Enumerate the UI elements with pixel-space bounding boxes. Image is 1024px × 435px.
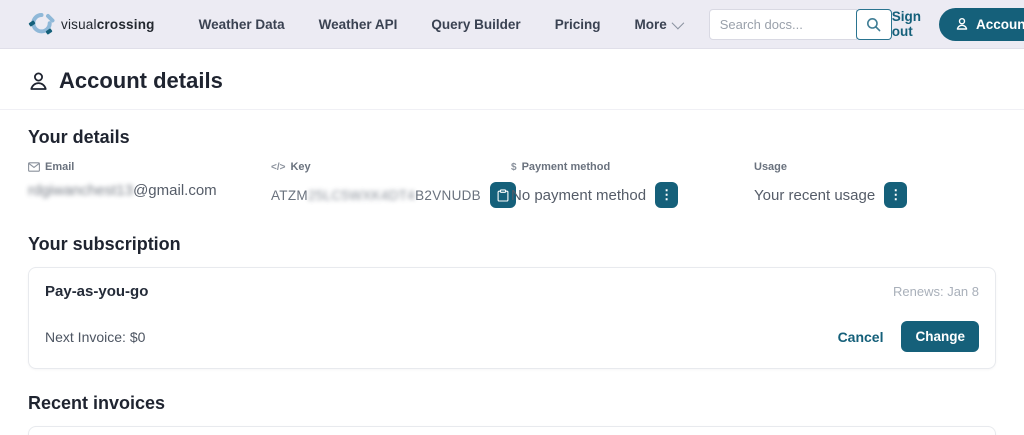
invoice-row: ✓ Paid $0 Dec 8 Invoice: DF1K4TC-0001 <box>28 426 996 435</box>
usage-menu-button[interactable]: ⋮ <box>884 182 907 208</box>
payment-method-menu-button[interactable]: ⋮ <box>655 182 678 208</box>
nav-item-more[interactable]: More <box>634 17 680 32</box>
search-button[interactable] <box>856 9 892 40</box>
visualcrossing-logo-icon <box>28 12 55 36</box>
next-invoice: Next Invoice: $0 <box>45 329 145 345</box>
header-divider <box>0 109 1024 110</box>
nav-item-pricing[interactable]: Pricing <box>555 17 601 32</box>
top-navbar: visualcrossing Weather Data Weather API … <box>0 0 1024 49</box>
your-details-heading: Your details <box>28 127 996 148</box>
plan-name: Pay-as-you-go <box>45 283 148 300</box>
nav-item-weather-data[interactable]: Weather Data <box>199 17 285 32</box>
key-label: </> Key <box>271 161 511 173</box>
usage-field: Usage Your recent usage ⋮ <box>754 161 996 208</box>
primary-nav: Weather Data Weather API Query Builder P… <box>199 17 681 32</box>
nav-item-query-builder[interactable]: Query Builder <box>431 17 520 32</box>
dollar-icon: $ <box>511 162 517 173</box>
subscription-card: Pay-as-you-go Renews: Jan 8 Next Invoice… <box>28 267 996 369</box>
details-grid: Email rdgiwanchest13@gmail.com </> Key A… <box>28 161 996 208</box>
subscription-section: Your subscription Pay-as-you-go Renews: … <box>28 234 996 369</box>
clipboard-icon <box>497 189 509 202</box>
usage-value: Your recent usage ⋮ <box>754 182 996 208</box>
brand-name: visualcrossing <box>61 17 155 32</box>
api-key-field: </> Key ATZM25LC5WXK4DT4B2VNUDB <box>271 161 511 208</box>
search-input[interactable] <box>709 9 857 40</box>
account-button[interactable]: Account <box>939 8 1024 41</box>
brand-logo[interactable]: visualcrossing <box>28 12 155 36</box>
subscription-heading: Your subscription <box>28 234 996 255</box>
sign-out-link[interactable]: Sign out <box>892 9 921 39</box>
code-icon: </> <box>271 162 285 173</box>
change-plan-button[interactable]: Change <box>901 321 979 352</box>
subscription-top-row: Pay-as-you-go Renews: Jan 8 <box>45 283 979 300</box>
ellipsis-vertical-icon: ⋮ <box>889 187 902 203</box>
page-title: Account details <box>28 68 996 94</box>
subscription-bottom-row: Next Invoice: $0 Cancel Change <box>45 321 979 352</box>
person-icon <box>28 71 49 92</box>
usage-label: Usage <box>754 161 996 173</box>
email-label: Email <box>28 161 271 173</box>
docs-search <box>709 9 892 40</box>
subscription-actions: Cancel Change <box>838 321 979 352</box>
nav-item-weather-api[interactable]: Weather API <box>319 17 398 32</box>
renewal-date: Renews: Jan 8 <box>893 284 979 299</box>
invoices-section: Recent invoices ✓ Paid $0 Dec 8 Invoice:… <box>28 393 996 435</box>
payment-method-field: $ Payment method No payment method ⋮ <box>511 161 754 208</box>
api-key-value: ATZM25LC5WXK4DT4B2VNUDB <box>271 182 511 208</box>
cancel-subscription-link[interactable]: Cancel <box>838 329 884 345</box>
email-value: rdgiwanchest13@gmail.com <box>28 182 271 199</box>
your-details-section: Your details Email rdgiwanchest13@gmail.… <box>28 127 996 208</box>
email-field: Email rdgiwanchest13@gmail.com <box>28 161 271 208</box>
navbar-right: Sign out Account <box>892 8 1024 41</box>
invoices-heading: Recent invoices <box>28 393 996 414</box>
account-page: Account details Your details Email rdgiw… <box>0 68 1024 435</box>
envelope-icon <box>28 162 40 172</box>
payment-method-label: $ Payment method <box>511 161 754 173</box>
ellipsis-vertical-icon: ⋮ <box>660 187 673 203</box>
chevron-down-icon <box>671 16 684 29</box>
search-icon <box>866 17 881 32</box>
payment-method-value: No payment method ⋮ <box>511 182 754 208</box>
person-icon <box>955 17 969 31</box>
